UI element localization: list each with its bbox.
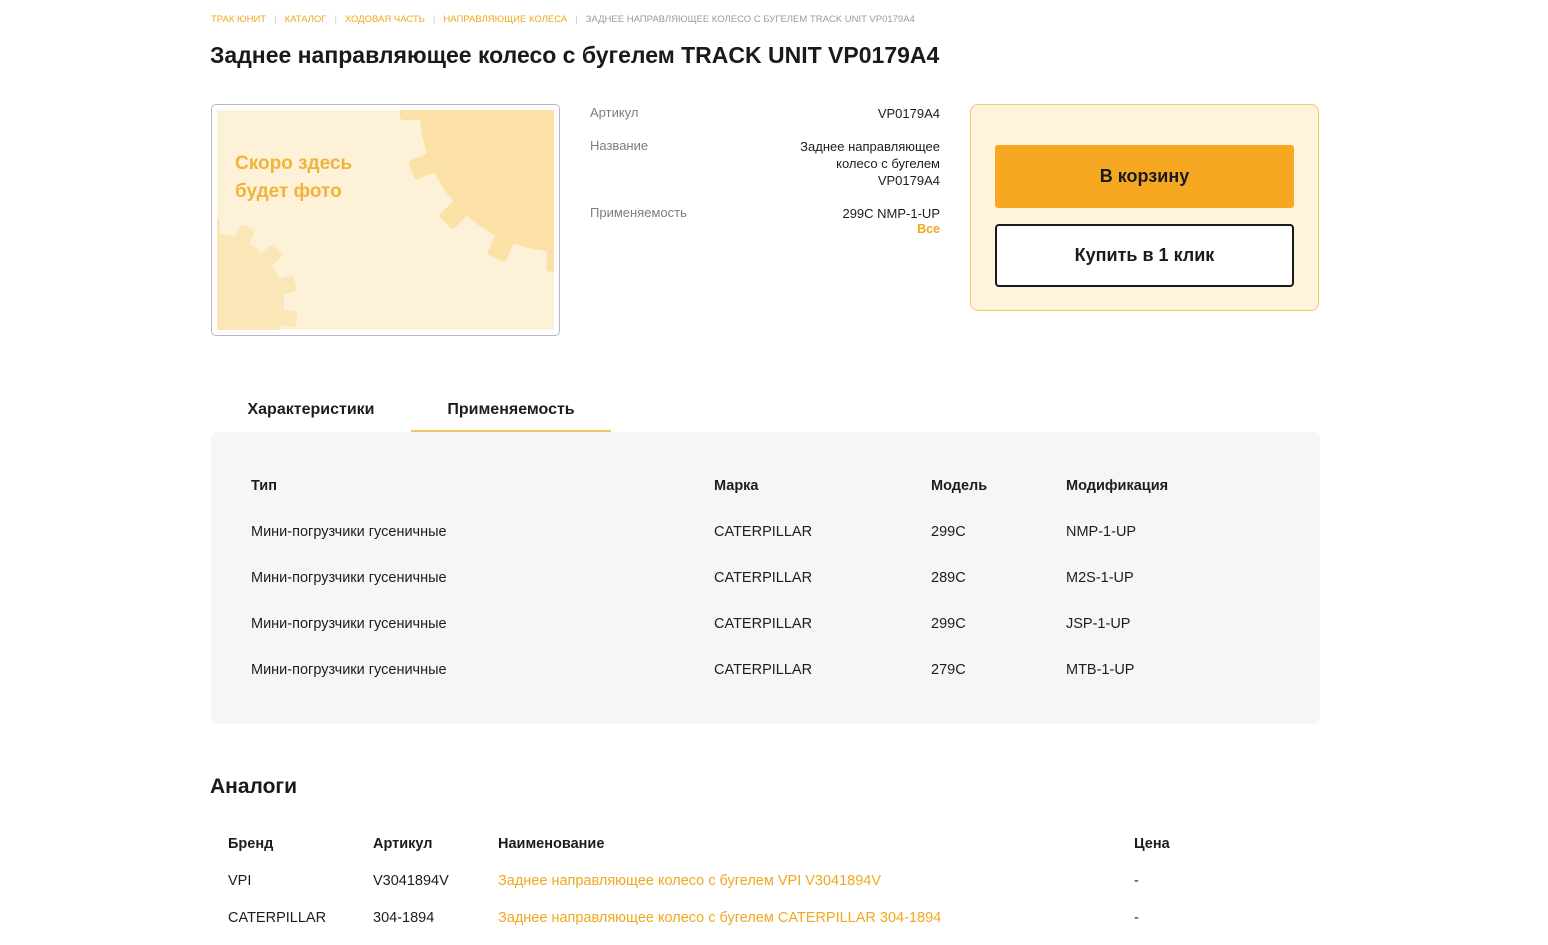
analogs-title: Аналоги [210, 775, 298, 798]
article-value: VP0179A4 [877, 106, 940, 121]
analog-article: V3041894V [373, 873, 449, 889]
name-value-line: Заднее направляющее [800, 139, 940, 154]
applicability-table: Тип Марка Модель Модификация Мини-погруз… [211, 432, 1320, 724]
breadcrumb-link-catalog[interactable]: КАТАЛОГ [285, 14, 327, 25]
tab-characteristics[interactable]: Характеристики [211, 392, 411, 432]
breadcrumb-current: ЗАДНЕЕ НАПРАВЛЯЮЩЕЕ КОЛЕСО С БУГЕЛЕМ TRA… [585, 14, 915, 25]
table-cell-brand: CATERPILLAR [714, 524, 813, 540]
analog-article: 304-1894 [373, 910, 435, 926]
gear-icon [217, 110, 554, 330]
table-cell-model: 279C [931, 662, 966, 678]
analog-price: - [1134, 910, 1139, 926]
breadcrumb-separator: | [575, 14, 578, 25]
add-to-cart-button[interactable]: В корзину [995, 145, 1294, 208]
analog-name-link[interactable]: Заднее направляющее колесо с бугелем CAT… [498, 910, 941, 926]
table-cell-modification: JSP-1-UP [1066, 616, 1131, 632]
table-cell-brand: CATERPILLAR [714, 616, 813, 632]
analog-name-link[interactable]: Заднее направляющее колесо с бугелем VPI… [498, 873, 881, 889]
product-photo-placeholder: Скоро здесь будет фото [211, 104, 560, 336]
applicability-label: Применяемость [590, 205, 687, 220]
name-value: Заднее направляющее колесо с бугелем VP0… [800, 138, 940, 189]
table-cell-model: 289C [931, 570, 966, 586]
table-cell-type: Мини-погрузчики гусеничные [251, 616, 447, 632]
name-value-line: VP0179A4 [877, 173, 940, 188]
table-cell-modification: MTB-1-UP [1066, 662, 1135, 678]
analogs-header-brand: Бренд [228, 836, 274, 852]
photo-placeholder-text: Скоро здесь будет фото [235, 150, 352, 206]
analogs-header-name: Наименование [498, 836, 605, 852]
column-header-type: Тип [251, 478, 277, 494]
breadcrumb-separator: | [274, 14, 277, 25]
photo-placeholder-line: будет фото [235, 181, 342, 202]
photo-placeholder-line: Скоро здесь [235, 153, 353, 174]
buy-one-click-button[interactable]: Купить в 1 клик [995, 224, 1294, 287]
table-cell-type: Мини-погрузчики гусеничные [251, 570, 447, 586]
analogs-header-price: Цена [1134, 836, 1170, 852]
table-cell-type: Мини-погрузчики гусеничные [251, 524, 447, 540]
table-cell-type: Мини-погрузчики гусеничные [251, 662, 447, 678]
table-cell-brand: CATERPILLAR [714, 662, 813, 678]
breadcrumb-link-idlers[interactable]: НАПРАВЛЯЮЩИЕ КОЛЕСА [443, 14, 567, 25]
article-label: Артикул [590, 105, 639, 120]
analog-brand: CATERPILLAR [228, 910, 327, 926]
column-header-brand: Марка [714, 478, 759, 494]
table-cell-brand: CATERPILLAR [714, 570, 813, 586]
table-cell-modification: M2S-1-UP [1066, 570, 1134, 586]
tab-applicability[interactable]: Применяемость [411, 392, 611, 432]
analog-brand: VPI [228, 873, 252, 889]
table-cell-modification: NMP-1-UP [1066, 524, 1137, 540]
all-applicability-link[interactable]: Все [917, 222, 940, 236]
breadcrumb-separator: | [432, 14, 436, 25]
name-label: Название [590, 138, 649, 153]
page-title: Заднее направляющее колесо с бугелем TRA… [210, 42, 940, 68]
table-cell-model: 299C [931, 616, 966, 632]
breadcrumb-separator: | [334, 14, 337, 25]
breadcrumb: ТРАК ЮНИТ | КАТАЛОГ | ХОДОВАЯ ЧАСТЬ | НА… [211, 14, 915, 25]
column-header-modification: Модификация [1066, 478, 1169, 494]
name-value-line: колесо с бугелем [836, 156, 940, 171]
breadcrumb-link-undercarriage[interactable]: ХОДОВАЯ ЧАСТЬ [345, 14, 425, 25]
table-cell-model: 299C [931, 524, 966, 540]
breadcrumb-link-home[interactable]: ТРАК ЮНИТ [211, 14, 266, 25]
analog-price: - [1134, 873, 1139, 889]
applicability-value: 299C NMP-1-UP [842, 206, 940, 221]
buy-box: В корзину Купить в 1 клик [970, 104, 1319, 311]
column-header-model: Модель [931, 478, 988, 494]
analogs-header-article: Артикул [373, 836, 433, 852]
